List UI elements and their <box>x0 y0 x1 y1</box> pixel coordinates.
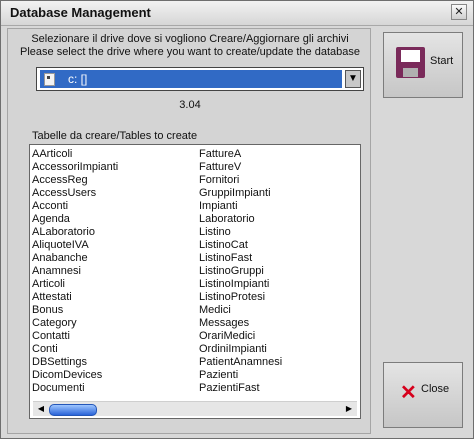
table-list-item[interactable]: Conti <box>32 343 118 356</box>
tables-listbox[interactable]: AArticoli AccessoriImpianti AccessReg Acces… <box>29 144 361 419</box>
table-list-item[interactable]: FattureV <box>199 161 282 174</box>
table-list-item[interactable]: AliquoteIVA <box>32 239 118 252</box>
red-x-icon: ✕ <box>400 382 417 404</box>
drive-icon <box>44 73 55 86</box>
drive-select[interactable]: c: [] ▼ <box>36 67 364 91</box>
drive-value: c: [] <box>68 72 88 86</box>
table-list-item[interactable]: Messages <box>199 317 282 330</box>
title-bar[interactable]: Database Management ✕ <box>1 1 473 26</box>
instructions: Selezionare il drive dove si vogliono Cr… <box>8 33 372 59</box>
window-title: Database Management <box>10 5 151 20</box>
table-list-item[interactable]: OrdiniImpianti <box>199 343 282 356</box>
table-list-item[interactable]: Fornitori <box>199 174 282 187</box>
table-list-item[interactable]: Impianti <box>199 200 282 213</box>
instruction-english: Please select the drive where you want t… <box>20 46 360 58</box>
table-list-item[interactable]: AccessoriImpianti <box>32 161 118 174</box>
window-close-button[interactable]: ✕ <box>451 4 467 20</box>
start-button[interactable]: Start <box>383 32 463 98</box>
table-list-item[interactable]: Listino <box>199 226 282 239</box>
table-list-item[interactable]: Agenda <box>32 213 118 226</box>
tables-column-2: FattureA FattureV Fornitori GruppiImpianti I… <box>199 148 282 395</box>
table-list-item[interactable]: AccessReg <box>32 174 118 187</box>
database-management-window: Database Management ✕ Selezionare il dri… <box>0 0 474 439</box>
table-list-item[interactable]: AccessUsers <box>32 187 118 200</box>
close-button[interactable]: ✕ Close <box>383 362 463 428</box>
table-list-item[interactable]: DicomDevices <box>32 369 118 382</box>
start-label: Start <box>430 55 454 67</box>
table-list-item[interactable]: Documenti <box>32 382 118 395</box>
tables-label: Tabelle da creare/Tables to create <box>32 130 198 142</box>
table-list-item[interactable]: Anabanche <box>32 252 118 265</box>
table-list-item[interactable]: ListinoImpianti <box>199 278 282 291</box>
table-list-item[interactable]: Contatti <box>32 330 118 343</box>
main-panel: Selezionare il drive dove si vogliono Cr… <box>7 28 371 434</box>
table-list-item[interactable]: Laboratorio <box>199 213 282 226</box>
table-list-item[interactable]: Articoli <box>32 278 118 291</box>
table-list-item[interactable]: PatientAnamnesi <box>199 356 282 369</box>
table-list-item[interactable]: Medici <box>199 304 282 317</box>
table-list-item[interactable]: OrariMedici <box>199 330 282 343</box>
dropdown-arrow-icon[interactable]: ▼ <box>345 70 361 88</box>
table-list-item[interactable]: AArticoli <box>32 148 118 161</box>
scrollbar-thumb[interactable] <box>49 404 97 416</box>
table-list-item[interactable]: FattureA <box>199 148 282 161</box>
scroll-right-icon[interactable]: ▶ <box>343 403 355 415</box>
scroll-left-icon[interactable]: ◀ <box>35 403 47 415</box>
table-list-item[interactable]: ListinoProtesi <box>199 291 282 304</box>
floppy-disk-icon <box>396 47 425 78</box>
table-list-item[interactable]: Category <box>32 317 118 330</box>
table-list-item[interactable]: ALaboratorio <box>32 226 118 239</box>
table-list-item[interactable]: Pazienti <box>199 369 282 382</box>
instruction-italian: Selezionare il drive dove si vogliono Cr… <box>31 33 349 45</box>
tables-column-1: AArticoli AccessoriImpianti AccessReg Acces… <box>32 148 118 395</box>
table-list-item[interactable]: DBSettings <box>32 356 118 369</box>
table-list-item[interactable]: Attestati <box>32 291 118 304</box>
horizontal-scrollbar[interactable]: ◀ ▶ <box>33 401 357 416</box>
close-label: Close <box>421 383 450 395</box>
table-list-item[interactable]: ListinoFast <box>199 252 282 265</box>
table-list-item[interactable]: Acconti <box>32 200 118 213</box>
table-list-item[interactable]: GruppiImpianti <box>199 187 282 200</box>
version-label: 3.04 <box>179 99 201 111</box>
table-list-item[interactable]: Bonus <box>32 304 118 317</box>
drive-selected-item[interactable]: c: [] <box>40 70 342 88</box>
table-list-item[interactable]: ListinoCat <box>199 239 282 252</box>
table-list-item[interactable]: Anamnesi <box>32 265 118 278</box>
table-list-item[interactable]: ListinoGruppi <box>199 265 282 278</box>
table-list-item[interactable]: PazientiFast <box>199 382 282 395</box>
